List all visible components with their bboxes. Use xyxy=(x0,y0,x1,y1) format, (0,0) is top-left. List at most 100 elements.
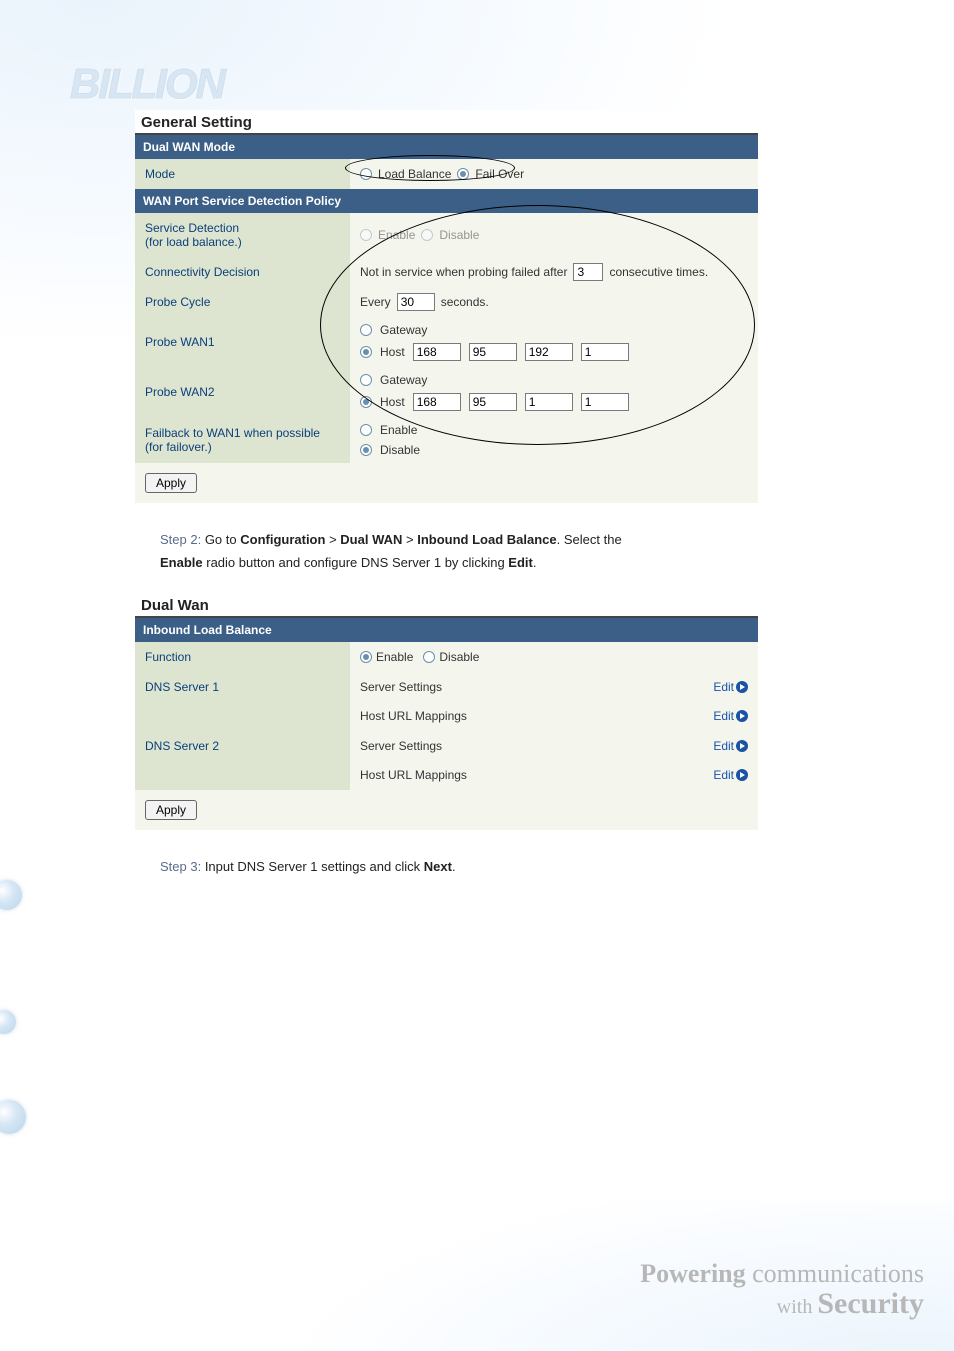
row-mode: Mode Load Balance Fail Over xyxy=(135,159,758,189)
service-detection-label: Service Detection (for load balance.) xyxy=(135,213,350,257)
conn-text-a: Not in service when probing failed after xyxy=(360,265,567,279)
host-url-text: Host URL Mappings xyxy=(360,709,467,723)
wan2-ip-2[interactable] xyxy=(469,393,517,411)
radio-function-enable[interactable] xyxy=(360,651,372,663)
wan1-ip-2[interactable] xyxy=(469,343,517,361)
probe-cycle-value: Every seconds. xyxy=(350,287,758,317)
radio-function-disable[interactable] xyxy=(423,651,435,663)
radio-wan1-host[interactable] xyxy=(360,346,372,358)
general-setting-panel: General Setting Dual WAN Mode Mode Load … xyxy=(135,110,758,503)
step3-b1: Next xyxy=(424,859,452,874)
row-function: Function Enable Disable xyxy=(135,642,758,672)
step2-text: Step 2: Go to Configuration > Dual WAN >… xyxy=(160,528,860,575)
step3-t1: Input DNS Server 1 settings and click xyxy=(201,859,424,874)
radio-disable-disabled xyxy=(421,229,433,241)
step2-lead: Step 2: xyxy=(160,532,201,547)
edit-link-dns1-hosturl[interactable]: Edit xyxy=(713,709,748,723)
panel-title: General Setting xyxy=(135,110,758,135)
arrow-right-icon xyxy=(736,681,748,693)
probe-wan1-label: Probe WAN1 xyxy=(135,317,350,367)
wan2-ip-3[interactable] xyxy=(525,393,573,411)
disable-text: Disable xyxy=(439,228,479,242)
arrow-right-icon xyxy=(736,710,748,722)
arrow-right-icon xyxy=(736,769,748,781)
step2-t2: . Select the xyxy=(557,532,622,547)
radio-enable-disabled xyxy=(360,229,372,241)
dns1-host-url: Host URL Mappings Edit xyxy=(350,701,758,731)
step3-t2: . xyxy=(452,859,456,874)
disable-text-2: Disable xyxy=(380,443,420,457)
dual-wan-panel: Dual Wan Inbound Load Balance Function E… xyxy=(135,593,758,830)
seconds-text: seconds. xyxy=(441,295,489,309)
row-failback: Failback to WAN1 when possible (for fail… xyxy=(135,417,758,463)
wan1-ip-4[interactable] xyxy=(581,343,629,361)
connectivity-label: Connectivity Decision xyxy=(135,257,350,287)
footer-communications: communications xyxy=(746,1259,924,1288)
step2-b4: Enable xyxy=(160,555,203,570)
radio-load-balance[interactable] xyxy=(360,168,372,180)
radio-failback-disable[interactable] xyxy=(360,444,372,456)
dns1-label-spacer: . xyxy=(135,701,350,731)
radio-wan2-host[interactable] xyxy=(360,396,372,408)
radio-wan1-gateway[interactable] xyxy=(360,324,372,336)
probe-wan1-value: Gateway Host xyxy=(350,317,758,367)
probe-wan2-label: Probe WAN2 xyxy=(135,367,350,417)
probe-wan2-value: Gateway Host xyxy=(350,367,758,417)
radio-failback-enable[interactable] xyxy=(360,424,372,436)
every-text: Every xyxy=(360,295,391,309)
apply-button[interactable]: Apply xyxy=(145,473,197,493)
edit-text: Edit xyxy=(713,739,734,753)
edit-text: Edit xyxy=(713,709,734,723)
edit-link-dns2-hosturl[interactable]: Edit xyxy=(713,768,748,782)
dns1-label: DNS Server 1 xyxy=(135,672,350,702)
radio-fail-over[interactable] xyxy=(457,168,469,180)
edit-link-dns2-server[interactable]: Edit xyxy=(713,739,748,753)
mode-label: Mode xyxy=(135,159,350,189)
decorative-orb-icon xyxy=(0,1100,26,1134)
server-settings-text: Server Settings xyxy=(360,680,442,694)
step3-lead: Step 3: xyxy=(160,859,201,874)
wan2-ip-4[interactable] xyxy=(581,393,629,411)
connectivity-value: Not in service when probing failed after… xyxy=(350,257,758,287)
footer-powering: Powering xyxy=(640,1259,745,1288)
wan1-ip-3[interactable] xyxy=(525,343,573,361)
function-value: Enable Disable xyxy=(350,642,758,672)
wan2-ip-1[interactable] xyxy=(413,393,461,411)
radio-wan2-gateway[interactable] xyxy=(360,374,372,386)
server-settings-text-2: Server Settings xyxy=(360,739,442,753)
section-header-wan-policy: WAN Port Service Detection Policy xyxy=(135,189,758,213)
panel2-title: Dual Wan xyxy=(135,593,758,618)
conn-fail-count-input[interactable] xyxy=(573,263,603,281)
row-dns2-a: DNS Server 2 Server Settings Edit xyxy=(135,731,758,761)
edit-link-dns1-server[interactable]: Edit xyxy=(713,680,748,694)
footer-with: with xyxy=(777,1296,818,1318)
probe-cycle-input[interactable] xyxy=(397,293,435,311)
dns1-server-settings: Server Settings Edit xyxy=(350,672,758,702)
section-header-dual-wan-mode: Dual WAN Mode xyxy=(135,135,758,159)
apply-button-2[interactable]: Apply xyxy=(145,800,197,820)
conn-text-b: consecutive times. xyxy=(609,265,708,279)
row-connectivity: Connectivity Decision Not in service whe… xyxy=(135,257,758,287)
row-dns2-b: . Host URL Mappings Edit xyxy=(135,760,758,790)
step2-b2: Dual WAN xyxy=(340,532,402,547)
footer-security: Security xyxy=(817,1287,924,1320)
enable-text-2: Enable xyxy=(380,423,417,437)
host-text-2: Host xyxy=(380,395,405,409)
decorative-orb-icon xyxy=(0,880,22,910)
gt-1: > xyxy=(325,532,340,547)
step3-text: Step 3: Input DNS Server 1 settings and … xyxy=(160,855,860,878)
host-url-text-2: Host URL Mappings xyxy=(360,768,467,782)
edit-text: Edit xyxy=(713,768,734,782)
gateway-text-2: Gateway xyxy=(380,373,427,387)
step2-t3: radio button and configure DNS Server 1 … xyxy=(203,555,509,570)
probe-cycle-label: Probe Cycle xyxy=(135,287,350,317)
failback-value: Enable Disable xyxy=(350,417,758,463)
gateway-text: Gateway xyxy=(380,323,427,337)
mode-value: Load Balance Fail Over xyxy=(350,159,758,189)
service-detection-value: Enable Disable xyxy=(350,213,758,257)
disable-text-3: Disable xyxy=(439,650,479,664)
mode-fail-over-text: Fail Over xyxy=(475,167,524,181)
row-probe-wan1: Probe WAN1 Gateway Host xyxy=(135,317,758,367)
dns2-server-settings: Server Settings Edit xyxy=(350,731,758,761)
wan1-ip-1[interactable] xyxy=(413,343,461,361)
